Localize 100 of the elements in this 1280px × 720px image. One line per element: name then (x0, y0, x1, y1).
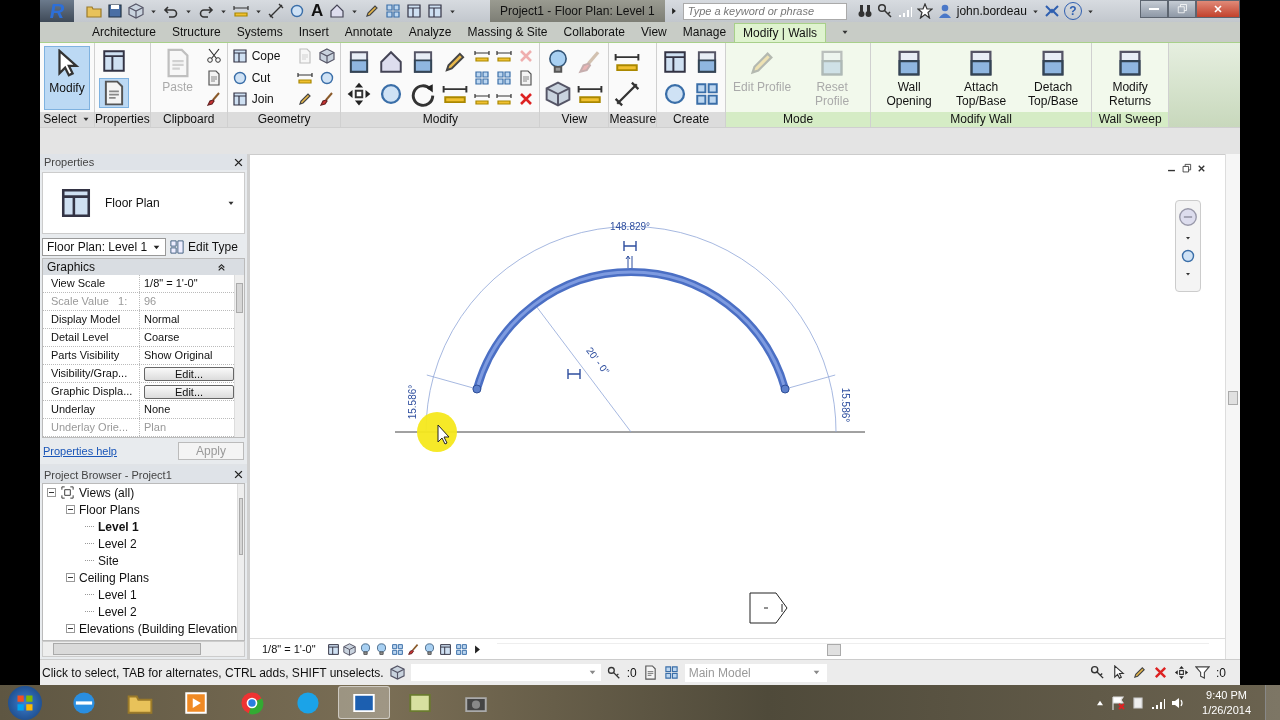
edit-button[interactable]: Edit... (144, 366, 234, 381)
redo-icon[interactable] (198, 3, 214, 19)
window-icon[interactable] (406, 3, 423, 19)
tree-item[interactable]: Elevations (Building Elevation (79, 621, 238, 636)
ribbon-tab[interactable]: Collaborate (555, 22, 633, 42)
edit-type-button[interactable]: Edit Type (170, 240, 238, 255)
tool-button[interactable] (544, 79, 573, 108)
ribbon-button[interactable]: Wall Opening (875, 45, 944, 110)
restore-button[interactable] (1168, 0, 1196, 18)
curved-wall[interactable] (472, 268, 790, 394)
edit-button[interactable]: Edit... (144, 384, 234, 399)
ribbon-tab[interactable]: Annotate (336, 22, 401, 42)
key-icon[interactable] (876, 3, 893, 19)
type-selector[interactable]: Floor Plan (42, 172, 245, 235)
bulb-icon[interactable] (358, 642, 372, 656)
tree-item[interactable]: Floor Plans (79, 502, 140, 517)
workset-field[interactable] (410, 664, 601, 682)
minimize-button[interactable] (1140, 0, 1168, 18)
property-value[interactable]: Show Original (144, 347, 213, 365)
property-value[interactable]: Coarse (144, 329, 180, 347)
search-field[interactable]: Type a keyword or phrase (682, 2, 847, 20)
flip-control-icon[interactable] (625, 255, 633, 269)
scrollbar[interactable] (1225, 154, 1240, 660)
ribbon-button[interactable]: Cope (231, 46, 293, 67)
ruler-icon[interactable] (233, 3, 249, 19)
exchange-icon[interactable] (1043, 3, 1060, 19)
scrollbar[interactable] (234, 275, 244, 438)
close-button[interactable] (234, 157, 243, 167)
property-value[interactable]: Normal (144, 311, 180, 329)
property-value[interactable]: None (144, 401, 171, 419)
instance-dropdown[interactable]: Floor Plan: Level 1 (42, 238, 166, 257)
close-button[interactable] (234, 470, 243, 480)
ribbon-button[interactable]: Detach Top/Base (1019, 45, 1088, 110)
ribbon-tab[interactable]: Systems (228, 22, 291, 42)
dimension-label[interactable]: 15.586° (407, 385, 418, 420)
tree-item[interactable]: Level 1 (98, 519, 139, 534)
tree-item[interactable]: Level 1 (98, 587, 137, 602)
cursor-icon[interactable] (1111, 665, 1126, 681)
dimension-label[interactable]: 20' - 0" (584, 345, 612, 378)
brush-icon[interactable] (406, 642, 420, 656)
taskbar-app[interactable] (338, 686, 390, 719)
tool-button[interactable] (204, 90, 223, 109)
tree-toggle[interactable] (66, 624, 75, 634)
grid-icon[interactable] (663, 665, 679, 681)
cube-icon[interactable] (342, 642, 356, 656)
window-icon[interactable] (438, 642, 452, 656)
clock-date[interactable]: 1/26/2014 (1202, 702, 1251, 718)
window-icon[interactable] (427, 3, 444, 19)
key-icon[interactable] (606, 665, 621, 680)
grid-icon[interactable] (385, 3, 402, 19)
tree-item[interactable]: Site (98, 553, 119, 568)
ribbon-tab[interactable]: Insert (290, 22, 337, 42)
ribbon-button[interactable]: Attach Top/Base (947, 45, 1016, 110)
restore-icon[interactable] (1181, 163, 1192, 175)
ribbon-tab[interactable]: Massing & Site (459, 22, 556, 42)
ribbon-tab[interactable]: View (632, 22, 675, 42)
tool-button[interactable] (99, 78, 129, 109)
tree-item[interactable]: Level 2 (98, 536, 137, 551)
grid-icon[interactable] (454, 642, 468, 656)
property-value[interactable]: 1/8" = 1'-0" (144, 275, 198, 293)
ribbon-button[interactable]: Modify Returns (1096, 45, 1165, 110)
flag-icon[interactable] (1110, 694, 1127, 711)
scrollbar[interactable] (42, 641, 245, 658)
circle-icon[interactable] (289, 3, 305, 19)
user-name[interactable]: john.bordeau (956, 4, 1027, 18)
tree-toggle[interactable] (47, 488, 56, 498)
key-icon[interactable] (1090, 665, 1105, 681)
cross-icon[interactable] (1153, 665, 1168, 681)
tree-item[interactable]: Level 2 (98, 604, 137, 619)
doc-icon[interactable] (642, 665, 658, 681)
ribbon-tab[interactable]: Analyze (400, 22, 460, 42)
circle-icon[interactable] (1180, 248, 1196, 265)
pencil-icon[interactable] (1132, 665, 1147, 681)
grid-icon[interactable] (390, 642, 404, 656)
bulb-icon[interactable] (422, 642, 436, 656)
dimension-label[interactable]: 148.829° (609, 221, 651, 233)
move-icon[interactable] (1174, 665, 1189, 681)
binoculars-icon[interactable] (856, 3, 873, 19)
tree-toggle[interactable] (66, 505, 75, 515)
tree-item[interactable]: Ceiling Plans (79, 570, 150, 585)
tree-toggle[interactable] (66, 573, 75, 583)
undo-icon[interactable] (163, 3, 179, 19)
flip-control-icon[interactable] (623, 240, 637, 253)
group-header[interactable]: Graphics (43, 259, 244, 276)
dimension-label[interactable]: 15.586° (840, 388, 851, 423)
tool-button[interactable] (204, 47, 223, 66)
text-tool-button[interactable]: A (310, 2, 325, 20)
bulb-icon[interactable] (374, 642, 388, 656)
ribbon-button[interactable]: Join (231, 89, 293, 110)
ribbon-button[interactable]: Modify (44, 45, 90, 110)
properties-help-link[interactable]: Properties help (43, 445, 117, 458)
ribbon-tab[interactable]: Structure (164, 22, 229, 42)
scrollbar[interactable] (237, 484, 244, 641)
tree-item[interactable]: Views (all) (79, 485, 135, 500)
clock-time[interactable]: 9:40 PM (1206, 687, 1247, 703)
cube-icon[interactable] (128, 3, 144, 19)
ribbon-button[interactable]: Cut (231, 67, 293, 88)
ribbon-tab[interactable]: Modify | Walls (734, 22, 827, 42)
elevation-marker[interactable] (749, 592, 788, 624)
collapse-icon[interactable] (217, 262, 226, 272)
